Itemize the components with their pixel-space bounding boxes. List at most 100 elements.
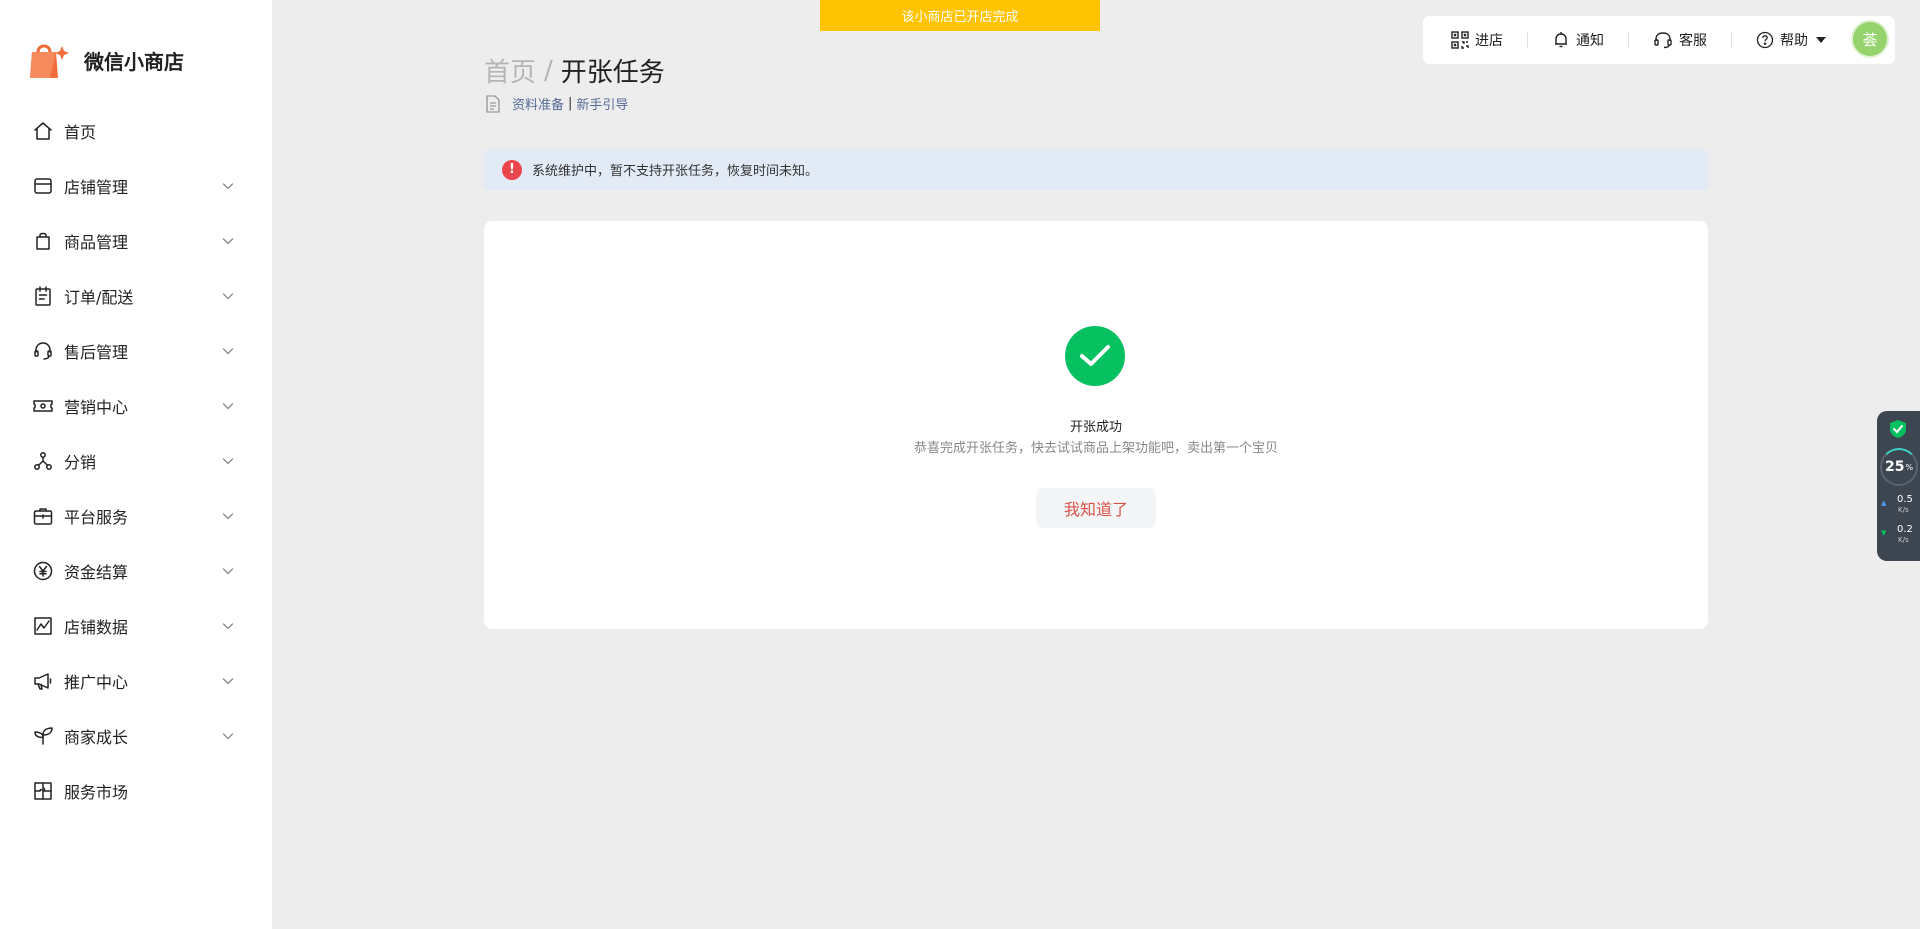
result-description: 恭喜完成开张任务，快去试试商品上架功能吧，卖出第一个宝贝 [913,441,1278,456]
sidebar-item-12[interactable]: 服务市场 [0,763,272,818]
store-icon [32,175,54,197]
subnav-separator: | [568,96,573,111]
enter-store-button[interactable]: 进店 [1451,30,1503,50]
question-circle-icon [1756,31,1774,49]
megaphone-icon [32,670,54,692]
chevron-down-icon[interactable] [222,565,234,577]
sidebar-item-label: 分销 [64,452,97,472]
alert-text: 系统维护中，暂不支持开张任务，恢复时间未知。 [532,164,819,179]
avatar[interactable]: 荟 [1851,20,1889,58]
error-icon: ! [502,159,522,180]
sidebar-item-9[interactable]: 店铺数据 [0,598,272,653]
breadcrumb-home-link[interactable]: 首页 [484,52,536,89]
sidebar-item-3[interactable]: 订单/配送 [0,268,272,323]
chevron-down-icon[interactable] [222,675,234,687]
chevron-down-icon[interactable] [222,400,234,412]
maintenance-alert: ! 系统维护中，暂不支持开张任务，恢复时间未知。 [484,149,1708,190]
sidebar-item-0[interactable]: 首页 [0,103,272,158]
sidebar-nav: 首页店铺管理商品管理订单/配送售后管理营销中心分销平台服务资金结算店铺数据推广中… [0,103,272,818]
enter-store-label: 进店 [1475,33,1503,49]
memory-usage-gauge: 25% [1880,448,1918,486]
upload-arrow-icon: ▲ [1881,499,1887,507]
help-dropdown[interactable]: 帮助 [1756,30,1826,50]
download-unit: K/s [1898,536,1909,544]
sidebar-item-label: 服务市场 [64,782,129,802]
sidebar-item-7[interactable]: 平台服务 [0,488,272,543]
headset-icon [1654,32,1672,49]
network-monitor-widget[interactable]: 25% ▲ 0.5 K/s ▼ 0.2 K/s [1877,411,1920,561]
data-preparation-link[interactable]: 资料准备 [512,94,564,113]
customer-service-label: 客服 [1679,33,1707,49]
bag-icon [32,230,54,252]
sidebar-item-label: 推广中心 [64,672,129,692]
caret-down-icon [1816,37,1826,43]
percent-unit: % [1905,462,1914,472]
sidebar-item-label: 营销中心 [64,397,129,417]
sidebar-item-label: 售后管理 [64,342,129,362]
ticket-icon [32,395,54,417]
sidebar-item-8[interactable]: 资金结算 [0,543,272,598]
sidebar-item-label: 资金结算 [64,562,129,582]
sidebar-item-2[interactable]: 商品管理 [0,213,272,268]
shield-check-icon [1890,420,1906,438]
store-status-banner: 该小商店已开店完成 [820,0,1100,31]
sidebar-item-10[interactable]: 推广中心 [0,653,272,708]
sidebar-item-label: 订单/配送 [64,287,134,307]
toolbar-divider [1731,32,1732,48]
toolbar-divider [1628,32,1629,48]
shop-logo-icon [30,44,69,78]
beginner-guide-link[interactable]: 新手引导 [576,94,628,113]
headset-icon [32,340,54,362]
chevron-down-icon[interactable] [222,235,234,247]
clipboard-icon [32,285,54,307]
memory-percent: 25 [1884,459,1905,475]
chevron-down-icon[interactable] [222,455,234,467]
chart-icon [32,615,54,637]
sidebar-item-4[interactable]: 售后管理 [0,323,272,378]
sidebar-item-11[interactable]: 商家成长 [0,708,272,763]
app-name: 微信小商店 [84,49,184,74]
page-title: 开张任务 [560,58,665,88]
briefcase-icon [32,505,54,527]
chevron-down-icon[interactable] [222,180,234,192]
result-card: 开张成功 恭喜完成开张任务，快去试试商品上架功能吧，卖出第一个宝贝 我知道了 [484,221,1708,629]
sidebar-item-label: 店铺管理 [64,177,129,197]
chevron-down-icon[interactable] [222,290,234,302]
toolbar-divider [1527,32,1528,48]
sidebar-item-label: 平台服务 [64,507,129,527]
sidebar-item-6[interactable]: 分销 [0,433,272,488]
sprout-icon [32,725,54,747]
download-arrow-icon: ▼ [1881,529,1887,537]
upload-unit: K/s [1898,506,1909,514]
download-value: 0.2 [1897,524,1913,535]
success-check-icon [1065,326,1125,386]
notify-button[interactable]: 通知 [1552,30,1604,50]
notify-label: 通知 [1576,33,1604,49]
sidebar: 微信小商店 首页店铺管理商品管理订单/配送售后管理营销中心分销平台服务资金结算店… [0,0,272,929]
breadcrumb-separator: / [544,55,553,86]
result-title: 开张成功 [1069,420,1122,435]
share-nodes-icon [32,450,54,472]
sidebar-item-label: 商品管理 [64,232,129,252]
yen-icon [32,560,54,582]
sidebar-item-label: 商家成长 [64,727,129,747]
chevron-down-icon[interactable] [222,510,234,522]
help-label: 帮助 [1780,33,1808,49]
sub-navigation: 资料准备 | 新手引导 [486,94,628,113]
bell-icon [1555,32,1567,48]
home-icon [32,120,54,142]
acknowledge-button[interactable]: 我知道了 [1036,488,1156,528]
sidebar-item-5[interactable]: 营销中心 [0,378,272,433]
puzzle-icon [32,780,54,802]
chevron-down-icon[interactable] [222,730,234,742]
brand[interactable]: 微信小商店 [28,38,184,82]
sidebar-item-1[interactable]: 店铺管理 [0,158,272,213]
chevron-down-icon[interactable] [222,345,234,357]
qrcode-icon [1451,31,1469,49]
sidebar-item-label: 首页 [64,122,97,142]
customer-service-button[interactable]: 客服 [1653,30,1707,50]
breadcrumb: 首页 / 开张任务 [484,52,665,89]
upload-value: 0.5 [1897,494,1913,505]
chevron-down-icon[interactable] [222,620,234,632]
document-icon [486,94,500,113]
